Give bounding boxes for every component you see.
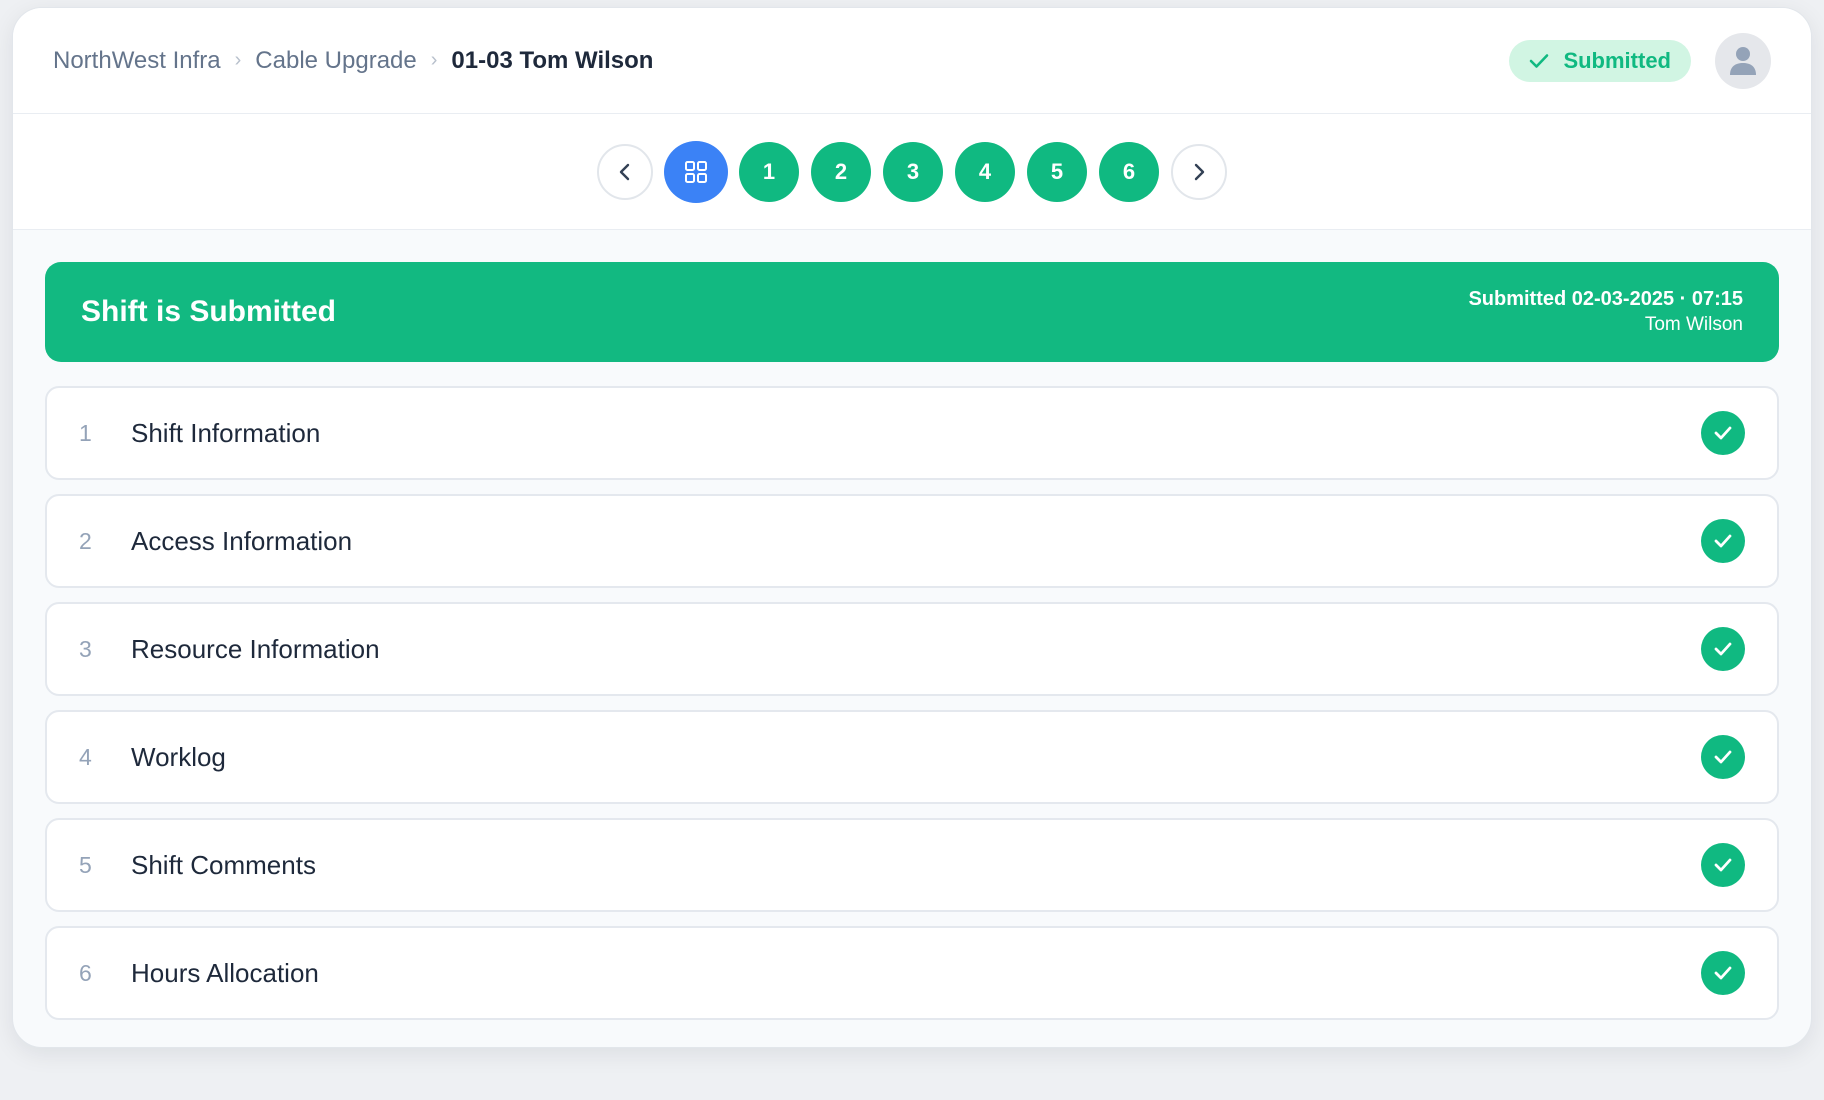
- breadcrumb-project[interactable]: Cable Upgrade: [255, 47, 416, 75]
- section-resource-information[interactable]: 3 Resource Information: [45, 602, 1779, 696]
- check-icon: [1530, 53, 1549, 68]
- main-content: Shift is Submitted Submitted 02-03-2025 …: [13, 230, 1811, 1020]
- user-icon: [1730, 46, 1756, 75]
- section-worklog[interactable]: 4 Worklog: [45, 710, 1779, 804]
- section-number: 3: [79, 635, 92, 662]
- section-title: Shift Comments: [131, 849, 316, 880]
- status-badge: Submitted: [1509, 39, 1691, 82]
- step-button-2[interactable]: 2: [811, 141, 871, 202]
- section-number: 6: [79, 959, 92, 986]
- breadcrumb-current: 01-03 Tom Wilson: [451, 46, 654, 74]
- section-title: Hours Allocation: [131, 957, 319, 988]
- submitted-banner: Shift is Submitted Submitted 02-03-2025 …: [45, 262, 1779, 362]
- breadcrumb-org[interactable]: NorthWest Infra: [53, 47, 221, 75]
- check-icon: [1701, 843, 1745, 887]
- avatar[interactable]: [1715, 32, 1771, 89]
- section-title: Worklog: [131, 741, 226, 772]
- chevron-left-icon: [619, 163, 630, 180]
- check-icon: [1701, 411, 1745, 455]
- top-bar: NorthWest Infra › Cable Upgrade › 01-03 …: [13, 8, 1811, 114]
- step-button-5[interactable]: 5: [1027, 141, 1087, 202]
- section-title: Resource Information: [131, 633, 380, 664]
- section-number: 5: [79, 851, 92, 878]
- chevron-right-icon: ›: [430, 49, 438, 71]
- check-icon: [1701, 951, 1745, 995]
- next-step-button[interactable]: [1171, 143, 1227, 200]
- chevron-right-icon: ›: [234, 49, 242, 71]
- section-number: 4: [79, 743, 92, 770]
- section-title: Access Information: [131, 525, 353, 556]
- previous-step-button[interactable]: [597, 143, 653, 200]
- check-icon: [1701, 735, 1745, 779]
- overview-button[interactable]: [664, 140, 728, 203]
- step-button-1[interactable]: 1: [739, 141, 799, 202]
- status-label: Submitted: [1563, 47, 1671, 73]
- step-button-6[interactable]: 6: [1099, 141, 1159, 202]
- grid-icon: [685, 160, 707, 183]
- section-title: Shift Information: [131, 417, 321, 448]
- banner-title: Shift is Submitted: [81, 295, 336, 328]
- step-button-3[interactable]: 3: [883, 141, 943, 202]
- section-shift-information[interactable]: 1 Shift Information: [45, 386, 1779, 480]
- step-navigator: 1 2 3 4 5 6: [13, 114, 1811, 230]
- submitted-timestamp: Submitted 02-03-2025 · 07:15: [1468, 288, 1743, 310]
- section-shift-comments[interactable]: 5 Shift Comments: [45, 818, 1779, 912]
- step-button-4[interactable]: 4: [955, 141, 1015, 202]
- banner-meta: Submitted 02-03-2025 · 07:15 Tom Wilson: [1468, 288, 1743, 336]
- submitted-by: Tom Wilson: [1644, 314, 1743, 335]
- check-icon: [1701, 519, 1745, 563]
- check-icon: [1701, 627, 1745, 671]
- chevron-right-icon: [1194, 163, 1205, 180]
- section-hours-allocation[interactable]: 6 Hours Allocation: [45, 926, 1779, 1020]
- section-number: 1: [79, 419, 92, 446]
- shift-card: NorthWest Infra › Cable Upgrade › 01-03 …: [12, 7, 1812, 1048]
- breadcrumb: NorthWest Infra › Cable Upgrade › 01-03 …: [53, 47, 653, 75]
- section-access-information[interactable]: 2 Access Information: [45, 494, 1779, 588]
- section-number: 2: [79, 527, 92, 554]
